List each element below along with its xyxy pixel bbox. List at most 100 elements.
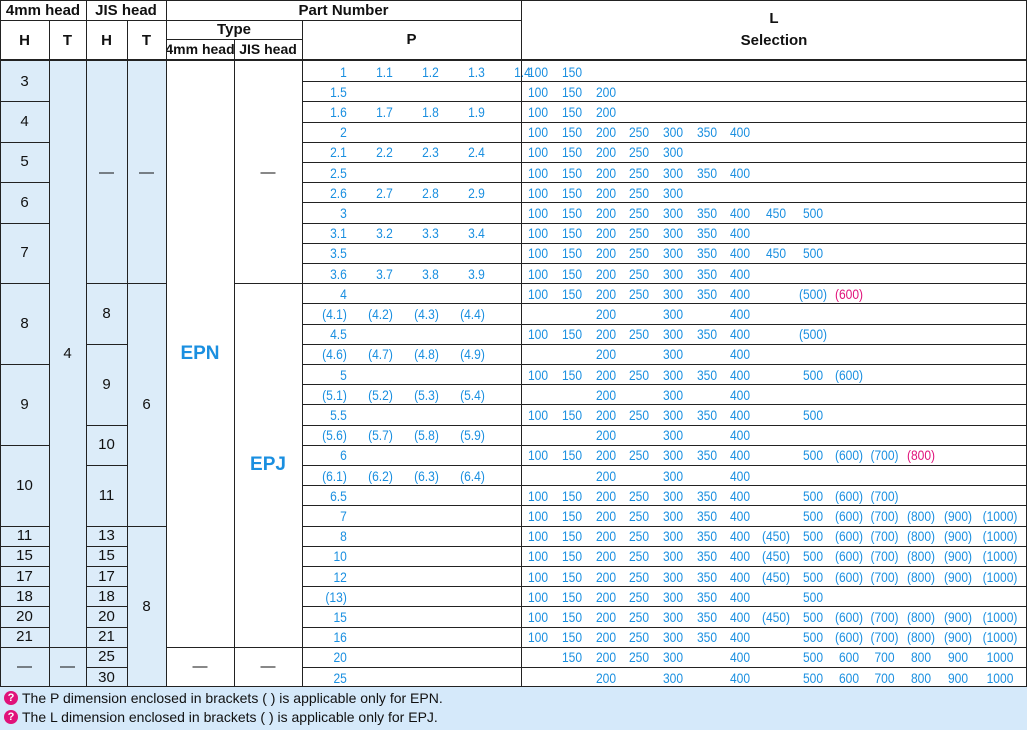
l-value: 150 [561,447,583,464]
l-value: 250 [628,184,650,201]
p-value: (4.9) [460,346,485,363]
l-value: 250 [628,649,650,666]
p-value: (5.9) [460,427,485,444]
l-value: (450) [761,528,791,545]
l-value: (800) [906,568,936,585]
h4-cell: 18 [0,586,49,607]
h4-cell: 8 [0,283,49,364]
p-value: 1.9 [468,103,485,120]
l-value: (700) [870,487,899,504]
p-value: (5.8) [414,427,439,444]
h4-cell: 20 [0,606,49,627]
l-value: 200 [595,467,617,484]
l-value: 150 [561,326,583,343]
warning-icon: ? [4,691,18,705]
l-value: 250 [628,204,650,221]
l-value: 400 [729,406,751,423]
header-l: L [769,9,779,27]
l-value: 100 [527,406,549,423]
l-value: 250 [628,588,650,605]
l-value: 350 [696,406,718,423]
l-value: (1000) [982,608,1018,625]
l-value: 350 [696,608,718,625]
l-value: 300 [662,245,684,262]
p-value: (4.8) [414,346,439,363]
h4-cell: 15 [0,545,49,566]
footnote-l: ? The L dimension enclosed in brackets (… [4,707,438,727]
l-value: 150 [561,285,583,302]
l-value: 250 [628,144,650,161]
l-value: 100 [527,225,549,242]
l-value: 500 [802,507,824,524]
l-value: 100 [527,144,549,161]
p-value: 3.9 [468,265,485,282]
hj-cell: 21 [86,626,127,647]
l-value: 200 [595,265,617,282]
header-t-jis: T [141,31,152,49]
footnotes: ? The P dimension enclosed in brackets (… [0,686,1027,730]
tj-cell: — [127,61,166,284]
l-value: 350 [696,265,718,282]
l-value: 250 [628,406,650,423]
l-value: 1000 [986,669,1014,686]
l-value: 150 [561,528,583,545]
l-value: 200 [595,487,617,504]
p-value: 1.6 [330,103,347,120]
l-value: 200 [595,305,617,322]
p-value: (4.2) [368,305,393,322]
header-part-number: Part Number [298,1,389,19]
hj-cell: 9 [86,343,127,425]
p-value: (6.1) [322,467,347,484]
l-value: 100 [527,548,549,565]
l-value: 100 [527,204,549,221]
l-value: 300 [662,487,684,504]
p-value: 3.4 [468,225,485,242]
type4-cell: — [192,658,208,676]
l-value: (450) [761,608,791,625]
p-value: 5.5 [330,406,347,423]
l-value: 150 [561,103,583,120]
l-value: 200 [595,124,617,141]
l-value: 600 [838,649,860,666]
h4-cell: 11 [0,525,49,546]
type4-cell: EPN [180,342,220,364]
l-value: 250 [628,487,650,504]
p-value: 2.9 [468,184,485,201]
l-value: (800) [906,548,936,565]
h4-cell: 10 [0,444,49,526]
l-value: 350 [696,204,718,221]
p-value: 2.6 [330,184,347,201]
l-value: 400 [729,305,751,322]
l-value: 350 [696,568,718,585]
l-value: 350 [696,528,718,545]
l-value: 200 [595,507,617,524]
l-value: 200 [595,366,617,383]
l-value: 300 [662,305,684,322]
l-value: 200 [595,204,617,221]
l-value: 500 [802,568,824,585]
t4-cell: 4 [49,61,86,647]
l-value: 250 [628,447,650,464]
l-value: (1000) [982,507,1018,524]
l-value: (700) [870,507,899,524]
p-value: (5.3) [414,386,439,403]
l-value: (600) [834,507,864,524]
l-value: 100 [527,103,549,120]
l-value: 100 [527,629,549,646]
l-value: 300 [662,467,684,484]
p-value: (4.7) [368,346,393,363]
l-value: 300 [662,225,684,242]
header-h-4mm: H [19,31,30,49]
l-value: 100 [527,124,549,141]
l-value: 400 [729,326,751,343]
hj-cell: 13 [86,525,127,546]
l-value: 200 [595,427,617,444]
l-value: (600) [834,447,864,464]
l-value: 250 [628,548,650,565]
l-value: 300 [662,548,684,565]
l-value: (1000) [982,548,1018,565]
footnote-p: ? The P dimension enclosed in brackets (… [4,688,443,708]
l-value: 100 [527,83,549,100]
l-value: 150 [561,366,583,383]
l-value: 500 [802,245,824,262]
